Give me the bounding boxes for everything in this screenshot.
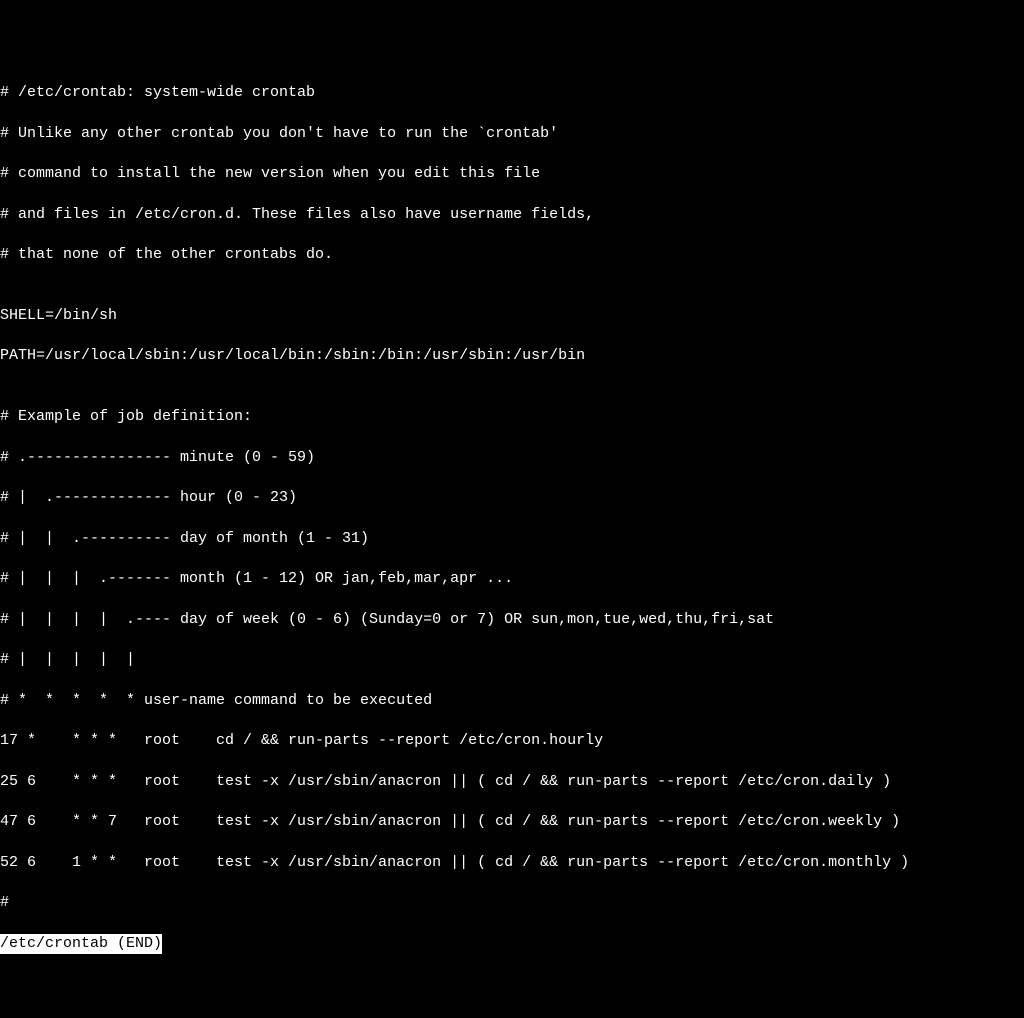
env-shell: SHELL=/bin/sh <box>0 306 1024 326</box>
definition-line: # .---------------- minute (0 - 59) <box>0 448 1024 468</box>
env-path: PATH=/usr/local/sbin:/usr/local/bin:/sbi… <box>0 346 1024 366</box>
definition-line: # | .------------- hour (0 - 23) <box>0 488 1024 508</box>
cron-job-monthly: 52 6 1 * * root test -x /usr/sbin/anacro… <box>0 853 1024 873</box>
crontab-comment: # that none of the other crontabs do. <box>0 245 1024 265</box>
crontab-comment: # /etc/crontab: system-wide crontab <box>0 83 1024 103</box>
cron-job-weekly: 47 6 * * 7 root test -x /usr/sbin/anacro… <box>0 812 1024 832</box>
definition-header: # Example of job definition: <box>0 407 1024 427</box>
cron-job-hourly: 17 * * * * root cd / && run-parts --repo… <box>0 731 1024 751</box>
cron-job-daily: 25 6 * * * root test -x /usr/sbin/anacro… <box>0 772 1024 792</box>
crontab-comment: # command to install the new version whe… <box>0 164 1024 184</box>
definition-line: # | | | .------- month (1 - 12) OR jan,f… <box>0 569 1024 589</box>
definition-line: # | | | | | <box>0 650 1024 670</box>
definition-line: # | | .---------- day of month (1 - 31) <box>0 529 1024 549</box>
trailing-hash: # <box>0 893 1024 913</box>
crontab-comment: # and files in /etc/cron.d. These files … <box>0 205 1024 225</box>
pager-status-line: /etc/crontab (END) <box>0 934 162 954</box>
crontab-comment: # Unlike any other crontab you don't hav… <box>0 124 1024 144</box>
definition-line: # | | | | .---- day of week (0 - 6) (Sun… <box>0 610 1024 630</box>
definition-line: # * * * * * user-name command to be exec… <box>0 691 1024 711</box>
